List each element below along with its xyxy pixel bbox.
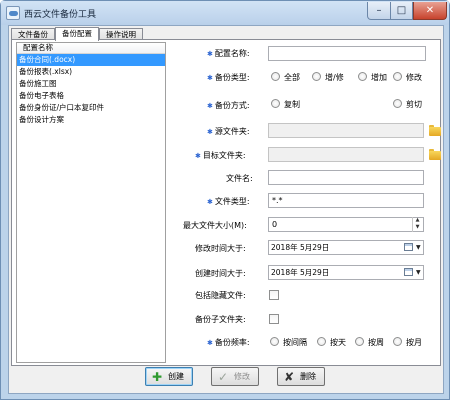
spin-up-icon[interactable]: ▲: [413, 217, 422, 224]
list-item[interactable]: 备份电子表格: [17, 90, 165, 102]
client-area: 文件备份 备份配置 操作说明 配置名称 备份合同(.docx) 备份报表(.xl…: [8, 25, 444, 394]
backup-method-copy-label: 复制: [284, 100, 300, 109]
file-type-label: ✱ 文件类型:: [207, 197, 250, 206]
frequency-interval-label: 按间隔: [283, 338, 307, 347]
max-file-size-label: 最大文件大小(M):: [183, 221, 247, 230]
spin-down-icon[interactable]: ▼: [413, 224, 422, 231]
close-icon: ✕: [425, 5, 435, 16]
checkmark-icon: ✓: [217, 370, 229, 384]
create-button[interactable]: ✚ 创建: [145, 367, 193, 386]
app-window: 西云文件备份工具 – □ ✕ 文件备份 备份配置 操作说明 配置名称 备份合同(…: [0, 0, 450, 400]
target-folder-input: [268, 147, 424, 162]
config-list-header[interactable]: 配置名称: [17, 43, 165, 54]
calendar-icon[interactable]: [404, 243, 413, 251]
window-title: 西云文件备份工具: [24, 10, 97, 20]
calendar-icon[interactable]: [404, 268, 413, 276]
config-list[interactable]: 配置名称 备份合同(.docx) 备份报表(.xlsx) 备份施工图 备份电子表…: [16, 42, 166, 363]
close-button[interactable]: ✕: [413, 2, 447, 20]
plus-icon: ✚: [151, 370, 163, 384]
max-file-size-spinner[interactable]: ▲ ▼: [412, 217, 422, 232]
frequency-day-radio[interactable]: [317, 337, 326, 346]
frequency-month-radio[interactable]: [393, 337, 402, 346]
chevron-down-icon[interactable]: ▼: [416, 244, 421, 251]
required-marker-icon: ✱: [207, 50, 213, 58]
chevron-down-icon[interactable]: ▼: [416, 269, 421, 276]
folder-icon[interactable]: [429, 149, 441, 160]
required-marker-icon: ✱: [207, 128, 213, 136]
backup-type-add-modify-label: 增/修: [325, 73, 344, 82]
list-item[interactable]: 备份设计方案: [17, 114, 165, 126]
backup-type-add-radio[interactable]: [358, 72, 367, 81]
config-name-input[interactable]: [268, 46, 426, 61]
minimize-icon: –: [376, 5, 382, 16]
backup-config-panel: 配置名称 备份合同(.docx) 备份报表(.xlsx) 备份施工图 备份电子表…: [11, 39, 441, 366]
required-marker-icon: ✱: [207, 198, 213, 206]
button-bar: ✚ 创建 ✓ 修改 ✘ 删除: [11, 367, 441, 393]
list-item[interactable]: 备份合同(.docx): [17, 54, 165, 66]
backup-type-all-radio[interactable]: [271, 72, 280, 81]
created-after-label: 创建时间大于:: [195, 269, 246, 278]
config-form: ✱ 配置名称: ✱ 备份类型: 全部 增/修 增加 修改 ✱ 备份方式: 复制 剪切: [167, 40, 441, 365]
backup-type-all-label: 全部: [284, 73, 300, 82]
title-bar[interactable]: 西云文件备份工具 – □ ✕: [1, 1, 449, 25]
backup-method-label: ✱ 备份方式:: [207, 101, 250, 110]
created-after-date-picker[interactable]: 2018年 5月29日: [268, 265, 424, 280]
tab-backup-config[interactable]: 备份配置: [55, 27, 99, 41]
minimize-button[interactable]: –: [367, 2, 391, 20]
backup-method-cut-radio[interactable]: [393, 99, 402, 108]
backup-type-label: ✱ 备份类型:: [207, 73, 250, 82]
source-folder-label: ✱ 源文件夹:: [207, 127, 250, 136]
list-item[interactable]: 备份报表(.xlsx): [17, 66, 165, 78]
required-marker-icon: ✱: [207, 339, 213, 347]
folder-icon[interactable]: [429, 125, 441, 136]
backup-frequency-label: ✱ 备份频率:: [207, 338, 250, 347]
required-marker-icon: ✱: [207, 74, 213, 82]
frequency-week-radio[interactable]: [355, 337, 364, 346]
backup-type-modify-radio[interactable]: [393, 72, 402, 81]
file-name-input[interactable]: [268, 170, 424, 185]
file-name-label: 文件名:: [226, 174, 253, 183]
backup-type-add-modify-radio[interactable]: [312, 72, 321, 81]
backup-method-copy-radio[interactable]: [271, 99, 280, 108]
cloud-app-icon: [6, 6, 20, 20]
modified-after-label: 修改时间大于:: [195, 244, 246, 253]
list-item[interactable]: 备份施工图: [17, 78, 165, 90]
file-type-input[interactable]: *.*: [268, 193, 424, 208]
frequency-day-label: 按天: [330, 338, 346, 347]
maximize-icon: □: [396, 5, 407, 16]
include-hidden-label: 包括隐藏文件:: [195, 291, 246, 300]
backup-type-add-label: 增加: [371, 73, 387, 82]
backup-subfolders-checkbox[interactable]: [269, 314, 279, 324]
list-item[interactable]: 备份身份证/户口本复印件: [17, 102, 165, 114]
include-hidden-checkbox[interactable]: [269, 290, 279, 300]
frequency-interval-radio[interactable]: [270, 337, 279, 346]
backup-method-cut-label: 剪切: [406, 100, 422, 109]
config-name-label: ✱ 配置名称:: [207, 49, 250, 58]
required-marker-icon: ✱: [195, 152, 201, 160]
backup-subfolders-label: 备份子文件夹:: [195, 315, 246, 324]
target-folder-label: ✱ 目标文件夹:: [195, 151, 246, 160]
modify-button[interactable]: ✓ 修改: [211, 367, 259, 386]
required-marker-icon: ✱: [207, 102, 213, 110]
max-file-size-input[interactable]: 0: [268, 217, 424, 232]
maximize-button[interactable]: □: [391, 2, 413, 20]
frequency-week-label: 按周: [368, 338, 384, 347]
x-mark-icon: ✘: [283, 370, 295, 384]
modified-after-date-picker[interactable]: 2018年 5月29日: [268, 240, 424, 255]
frequency-month-label: 按月: [406, 338, 422, 347]
source-folder-input: [268, 123, 424, 138]
delete-button[interactable]: ✘ 删除: [277, 367, 325, 386]
backup-type-modify-label: 修改: [406, 73, 422, 82]
